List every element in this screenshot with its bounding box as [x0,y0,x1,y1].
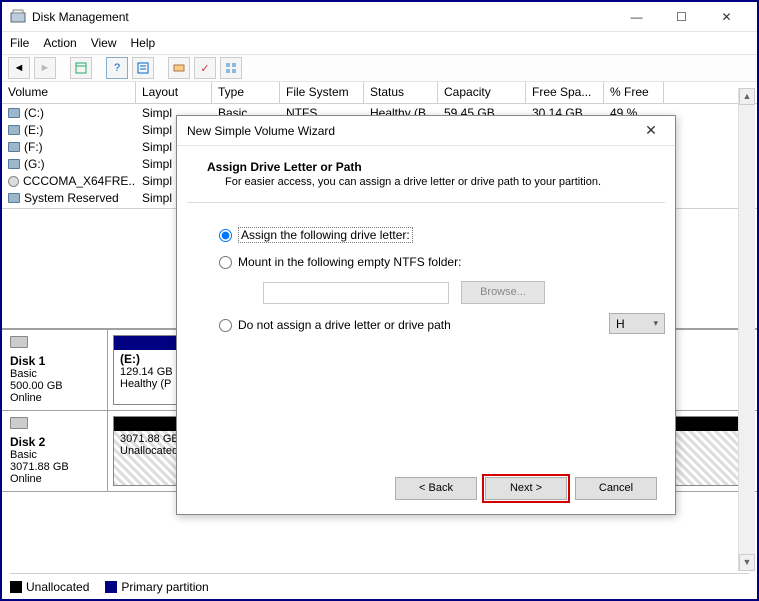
close-button[interactable]: ✕ [704,3,749,31]
disk-info: Disk 2Basic3071.88 GBOnline [2,411,108,491]
wizard-close-icon[interactable]: ✕ [637,122,665,139]
volume-icon [8,108,20,118]
cancel-button[interactable]: Cancel [575,477,657,500]
col-capacity[interactable]: Capacity [438,82,526,103]
grid-icon[interactable] [220,57,242,79]
radio-assign-letter[interactable] [219,229,232,242]
maximize-button[interactable]: ☐ [659,3,704,31]
volume-icon [8,159,20,169]
menu-action[interactable]: Action [43,36,76,50]
list-icon[interactable] [132,57,154,79]
wizard-titlebar: New Simple Volume Wizard ✕ [177,116,675,146]
legend-primary: Primary partition [121,580,208,594]
chevron-down-icon: ▾ [653,318,658,329]
col-volume[interactable]: Volume [2,82,136,103]
wizard-dialog: New Simple Volume Wizard ✕ Assign Drive … [176,115,676,515]
minimize-button[interactable]: — [614,3,659,31]
col-filesystem[interactable]: File System [280,82,364,103]
volume-icon [8,193,20,203]
vertical-scrollbar[interactable]: ▲ ▼ [738,88,755,571]
volume-icon [8,142,20,152]
col-status[interactable]: Status [364,82,438,103]
label-no-assign: Do not assign a drive letter or drive pa… [238,318,451,332]
forward-icon[interactable]: ► [34,57,56,79]
disk-icon [10,417,28,429]
wizard-subheading: For easier access, you can assign a driv… [207,176,645,188]
scroll-down-icon[interactable]: ▼ [739,554,755,571]
mount-folder-input [263,282,449,304]
scroll-up-icon[interactable]: ▲ [739,88,755,105]
menubar: File Action View Help [2,32,757,54]
action-icon[interactable] [168,57,190,79]
menu-help[interactable]: Help [131,36,156,50]
help-icon[interactable]: ? [106,57,128,79]
label-mount-folder: Mount in the following empty NTFS folder… [238,255,461,269]
col-type[interactable]: Type [212,82,280,103]
label-assign-letter: Assign the following drive letter: [238,227,413,243]
table-header: Volume Layout Type File System Status Ca… [2,82,757,104]
toolbar: ◄ ► ? ✓ [2,54,757,82]
drive-letter-select[interactable]: H ▾ [609,313,665,334]
col-pctfree[interactable]: % Free [604,82,664,103]
back-icon[interactable]: ◄ [8,57,30,79]
col-layout[interactable]: Layout [136,82,212,103]
wizard-title: New Simple Volume Wizard [187,124,637,138]
menu-file[interactable]: File [10,36,29,50]
disk-info: Disk 1Basic500.00 GBOnline [2,330,108,410]
wizard-heading: Assign Drive Letter or Path [207,160,645,174]
back-button[interactable]: < Back [395,477,477,500]
col-freespace[interactable]: Free Spa... [526,82,604,103]
radio-no-assign[interactable] [219,319,232,332]
radio-mount-folder[interactable] [219,256,232,269]
browse-button: Browse... [461,281,545,304]
volume-icon [8,125,20,135]
app-icon [10,9,26,25]
next-button[interactable]: Next > [485,477,567,500]
legend-unallocated: Unallocated [26,580,89,594]
disk-icon [10,336,28,348]
volume-icon [8,176,19,187]
legend: Unallocated Primary partition [10,573,749,595]
window-title: Disk Management [32,10,614,24]
drive-letter-value: H [616,317,625,331]
titlebar: Disk Management — ☐ ✕ [2,2,757,32]
menu-view[interactable]: View [91,36,117,50]
check-icon[interactable]: ✓ [194,57,216,79]
views-icon[interactable] [70,57,92,79]
